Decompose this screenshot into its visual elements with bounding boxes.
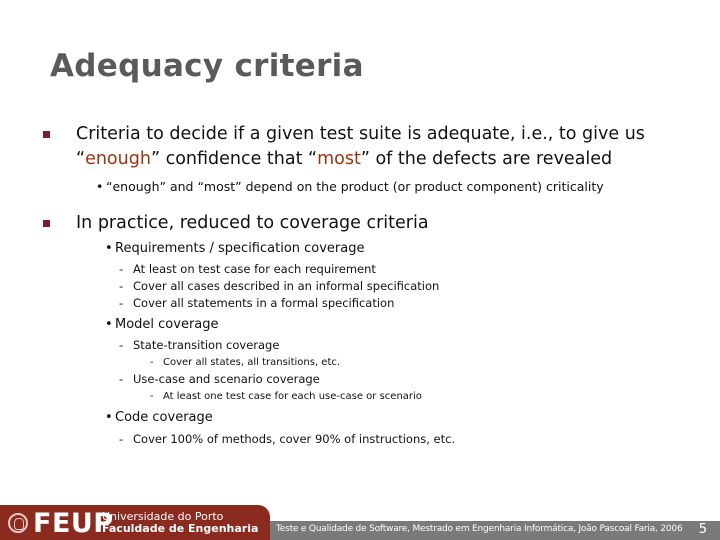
item-use-case: - Use-case and scenario coverage (119, 371, 320, 388)
square-bullet-icon (43, 131, 50, 138)
text-segment: ” of the defects are revealed (360, 149, 613, 169)
page-number: 5 (698, 522, 707, 537)
sub-bullet-text: Model coverage (115, 317, 219, 332)
sub-bullet-code-coverage: • Code coverage (105, 409, 213, 427)
item-use-case-test: - At least one test case for each use-ca… (150, 390, 422, 404)
sub-bullet-text: Code coverage (115, 410, 213, 425)
item-text: Cover 100% of methods, cover 90% of inst… (133, 432, 456, 446)
university-seal-icon (8, 513, 28, 533)
highlight-most: most (317, 149, 361, 169)
sub-bullet-criticality: • “enough” and “most” depend on the prod… (96, 178, 604, 196)
item-text: At least one test case for each use-case… (163, 391, 422, 402)
item-text: State-transition coverage (133, 338, 280, 352)
item-cover-states: - Cover all states, all transitions, etc… (150, 356, 341, 370)
dash-bullet-icon: - (119, 296, 124, 310)
faculty-name: Faculdade de Engenharia (102, 522, 259, 535)
dash-bullet-icon: - (119, 262, 124, 276)
dash-bullet-icon: - (150, 391, 154, 402)
footer-caption: Teste e Qualidade de Software, Mestrado … (276, 524, 683, 534)
text-segment: “ (76, 149, 86, 169)
text-segment: ” confidence that “ (150, 149, 318, 169)
dash-bullet-icon: - (150, 357, 154, 368)
sub-bullet-requirements: • Requirements / specification coverage (105, 240, 365, 258)
square-bullet-icon (43, 220, 50, 227)
bullet-coverage-criteria: In practice, reduced to coverage criteri… (43, 211, 429, 236)
sub-bullet-text: “enough” and “most” depend on the produc… (106, 179, 604, 194)
bullet-text-line2: “enough” confidence that “most” of the d… (76, 147, 645, 172)
item-requirement-test: - At least on test case for each require… (119, 261, 376, 278)
sub-bullet-model-coverage: • Model coverage (105, 316, 219, 334)
item-code-coverage-detail: - Cover 100% of methods, cover 90% of in… (119, 431, 456, 448)
dot-bullet-icon: • (105, 317, 113, 332)
dot-bullet-icon: • (105, 241, 113, 256)
dash-bullet-icon: - (119, 338, 124, 352)
dash-bullet-icon: - (119, 432, 124, 446)
sub-bullet-text: Requirements / specification coverage (115, 241, 365, 256)
dot-bullet-icon: • (105, 410, 113, 425)
institution-name: Universidade do Porto Faculdade de Engen… (102, 511, 258, 535)
item-formal-spec: - Cover all statements in a formal speci… (119, 295, 395, 312)
item-text: At least on test case for each requireme… (133, 262, 376, 276)
item-text: Cover all cases described in an informal… (133, 279, 440, 293)
bullet-adequacy-definition: Criteria to decide if a given test suite… (43, 122, 645, 172)
slide-title: Adequacy criteria (50, 48, 364, 84)
item-informal-spec: - Cover all cases described in an inform… (119, 278, 440, 295)
item-text: Cover all states, all transitions, etc. (163, 357, 341, 368)
highlight-enough: enough (85, 149, 151, 169)
dash-bullet-icon: - (119, 279, 124, 293)
item-state-transition: - State-transition coverage (119, 337, 280, 354)
bullet-text-line1: Criteria to decide if a given test suite… (76, 124, 645, 144)
item-text: Use-case and scenario coverage (133, 372, 320, 386)
item-text: Cover all statements in a formal specifi… (133, 296, 395, 310)
dot-bullet-icon: • (96, 179, 104, 194)
dash-bullet-icon: - (119, 372, 124, 386)
footer-bar: Teste e Qualidade de Software, Mestrado … (270, 521, 720, 540)
footer-brand-band: FEUP Universidade do Porto Faculdade de … (0, 505, 270, 540)
bullet-text: In practice, reduced to coverage criteri… (76, 213, 429, 233)
